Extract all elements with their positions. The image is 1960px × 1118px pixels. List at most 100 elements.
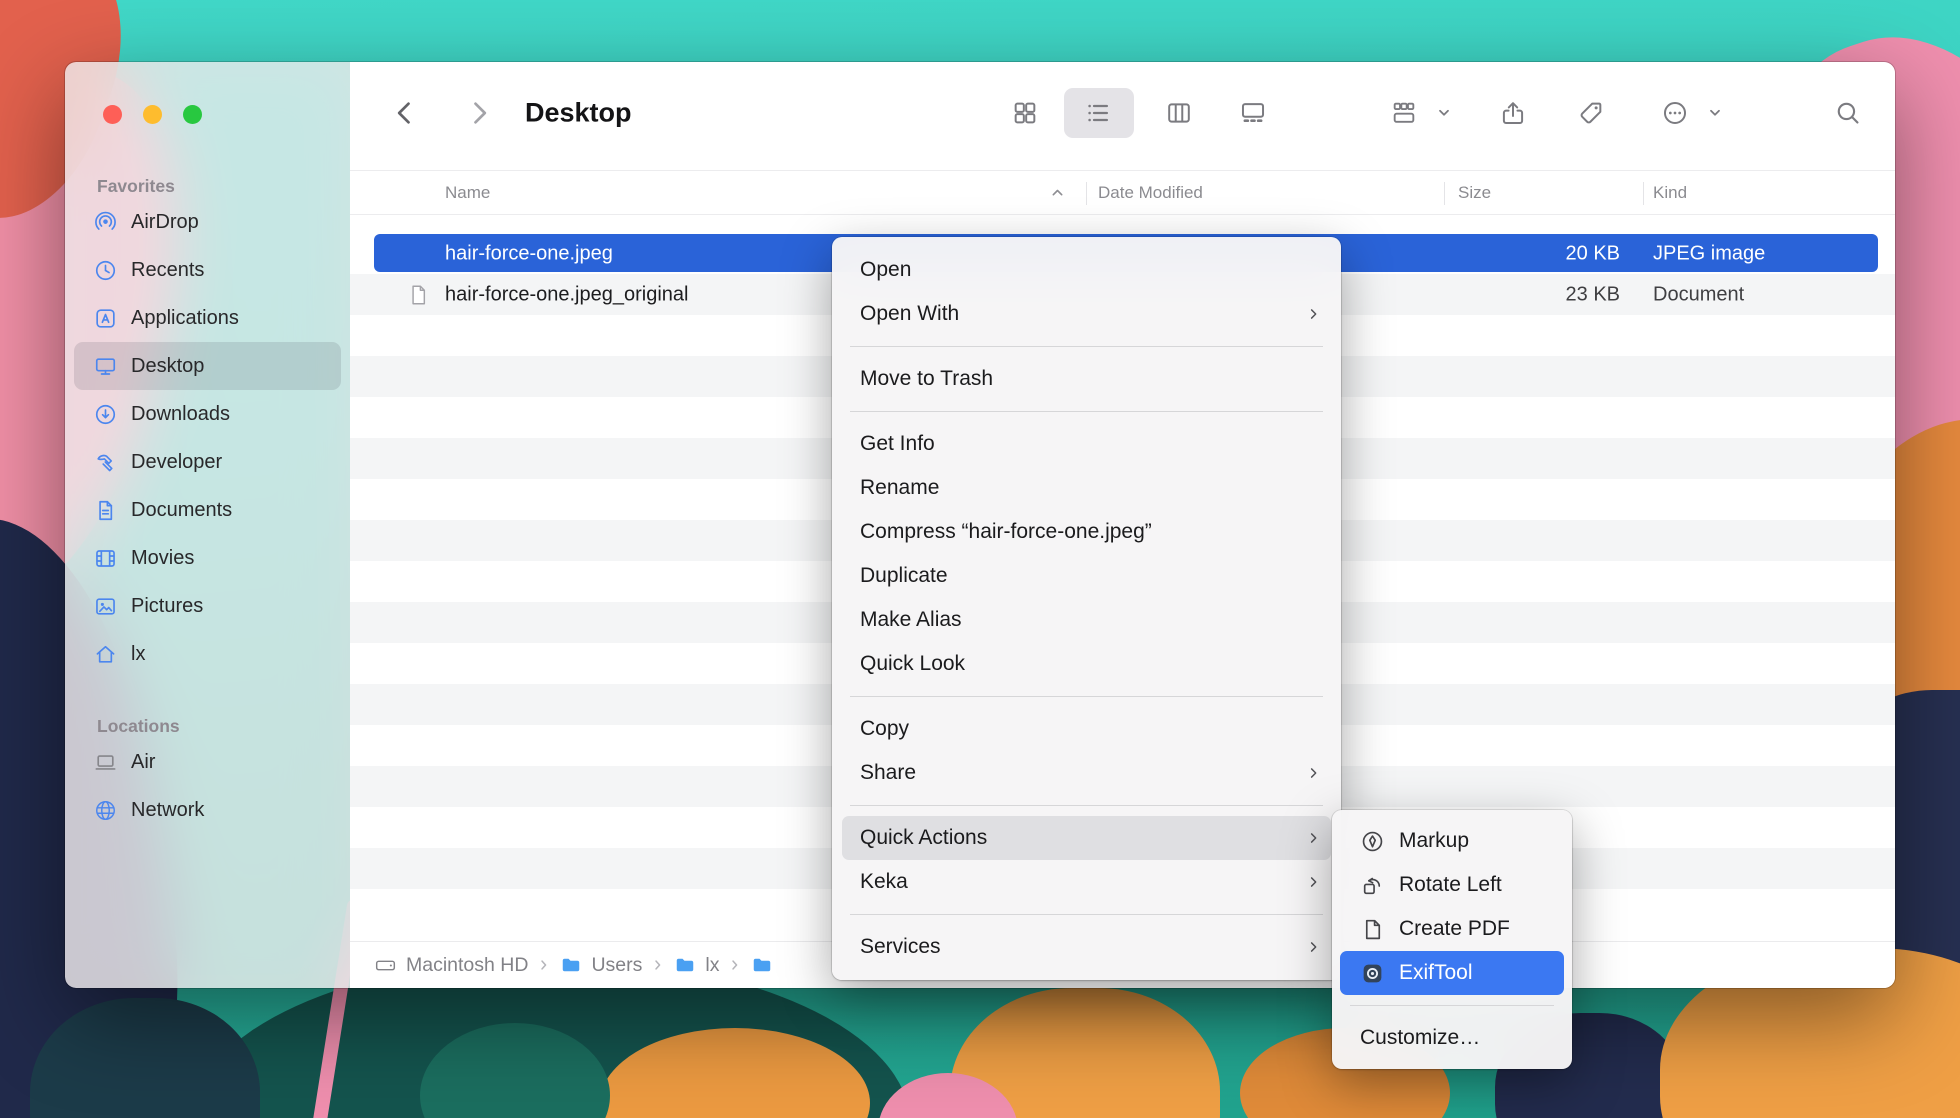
menu-item-keka[interactable]: Keka	[832, 860, 1341, 904]
menu-item-make-alias[interactable]: Make Alias	[832, 598, 1341, 642]
menu-item-open[interactable]: Open	[832, 248, 1341, 292]
globe-icon	[93, 798, 118, 823]
submenu-item-exiftool[interactable]: ExifTool	[1340, 951, 1564, 995]
column-header-row: Name Date Modified Size Kind	[350, 170, 1895, 215]
menu-separator	[850, 411, 1323, 412]
menu-separator	[850, 696, 1323, 697]
internal-drive-icon	[374, 954, 397, 977]
column-header-size[interactable]: Size	[1458, 183, 1491, 203]
tags-button[interactable]	[1577, 99, 1605, 127]
list-view-button[interactable]	[1084, 99, 1112, 127]
sidebar-item-pictures[interactable]: Pictures	[74, 582, 341, 630]
menu-item-open-with[interactable]: Open With	[832, 292, 1341, 336]
sidebar-list: Favorites AirDrop Recents Applications D…	[65, 174, 350, 834]
zoom-button[interactable]	[183, 105, 202, 124]
sidebar-item-desktop[interactable]: Desktop	[74, 342, 341, 390]
sidebar-item-movies[interactable]: Movies	[74, 534, 341, 582]
document-file-icon	[406, 282, 431, 307]
menu-item-rename[interactable]: Rename	[832, 466, 1341, 510]
forward-button[interactable]	[465, 99, 493, 127]
applications-icon	[93, 306, 118, 331]
quick-actions-submenu: Markup Rotate Left Create PDF ExifTool C…	[1332, 810, 1572, 1069]
sidebar-item-label: AirDrop	[131, 211, 199, 234]
path-segment-folder[interactable]	[751, 954, 773, 976]
path-segment-lx[interactable]: lx	[674, 954, 719, 977]
path-segment-macintosh-hd[interactable]: Macintosh HD	[374, 954, 528, 977]
back-button[interactable]	[391, 99, 419, 127]
file-kind: Document	[1653, 283, 1744, 306]
sidebar-item-recents[interactable]: Recents	[74, 246, 341, 294]
menu-separator	[850, 805, 1323, 806]
column-divider	[1444, 182, 1445, 205]
menu-item-copy[interactable]: Copy	[832, 707, 1341, 751]
close-button[interactable]	[103, 105, 122, 124]
sidebar-item-applications[interactable]: Applications	[74, 294, 341, 342]
sidebar-item-label: Air	[131, 751, 155, 774]
column-header-date-modified[interactable]: Date Modified	[1098, 183, 1203, 203]
home-icon	[93, 642, 118, 667]
sidebar-item-label: Developer	[131, 451, 222, 474]
group-chevron-down-icon	[1436, 105, 1452, 121]
file-name: hair-force-one.jpeg_original	[445, 283, 688, 306]
hammer-icon	[93, 450, 118, 475]
rotate-left-icon	[1360, 873, 1385, 898]
file-kind: JPEG image	[1653, 242, 1765, 265]
menu-separator	[1350, 1005, 1554, 1006]
column-view-button[interactable]	[1165, 99, 1193, 127]
search-button[interactable]	[1835, 100, 1862, 127]
menu-separator	[850, 346, 1323, 347]
submenu-item-rotate-left[interactable]: Rotate Left	[1332, 863, 1572, 907]
group-button[interactable]	[1390, 99, 1418, 127]
submenu-arrow-icon	[1306, 305, 1321, 323]
menu-item-compress[interactable]: Compress “hair-force-one.jpeg”	[832, 510, 1341, 554]
sidebar-item-lx[interactable]: lx	[74, 630, 341, 678]
markup-icon	[1360, 829, 1385, 854]
sidebar-item-label: Downloads	[131, 403, 230, 426]
desktop-icon	[93, 354, 118, 379]
sidebar-item-documents[interactable]: Documents	[74, 486, 341, 534]
create-pdf-icon	[1360, 917, 1385, 942]
window-title: Desktop	[525, 98, 632, 129]
window-controls	[103, 105, 202, 124]
sidebar-item-air[interactable]: Air	[74, 738, 341, 786]
column-divider	[1643, 182, 1644, 205]
film-icon	[93, 546, 118, 571]
menu-item-move-to-trash[interactable]: Move to Trash	[832, 357, 1341, 401]
folder-icon	[674, 954, 696, 976]
sidebar-item-downloads[interactable]: Downloads	[74, 390, 341, 438]
submenu-item-create-pdf[interactable]: Create PDF	[1332, 907, 1572, 951]
menu-item-services[interactable]: Services	[832, 925, 1341, 969]
sidebar-item-airdrop[interactable]: AirDrop	[74, 198, 341, 246]
submenu-item-customize[interactable]: Customize…	[1332, 1016, 1572, 1060]
sort-ascending-icon	[1050, 185, 1065, 200]
submenu-item-markup[interactable]: Markup	[1332, 819, 1572, 863]
folder-icon	[560, 954, 582, 976]
chevron-right-icon	[651, 958, 665, 972]
icon-view-button[interactable]	[1011, 99, 1039, 127]
column-header-kind[interactable]: Kind	[1653, 183, 1687, 203]
menu-item-share[interactable]: Share	[832, 751, 1341, 795]
gallery-view-button[interactable]	[1239, 99, 1267, 127]
menu-item-quick-actions[interactable]: Quick Actions	[842, 816, 1331, 860]
more-options-chevron-down-icon	[1707, 105, 1723, 121]
laptop-icon	[93, 750, 118, 775]
chevron-right-icon	[728, 958, 742, 972]
menu-item-quick-look[interactable]: Quick Look	[832, 642, 1341, 686]
context-menu: Open Open With Move to Trash Get Info Re…	[832, 237, 1341, 980]
exiftool-icon	[1360, 961, 1385, 986]
menu-item-duplicate[interactable]: Duplicate	[832, 554, 1341, 598]
minimize-button[interactable]	[143, 105, 162, 124]
sidebar-item-label: Network	[131, 799, 204, 822]
sidebar-item-developer[interactable]: Developer	[74, 438, 341, 486]
sidebar-item-label: Desktop	[131, 355, 204, 378]
path-segment-label: Macintosh HD	[406, 954, 528, 977]
sidebar-item-label: Pictures	[131, 595, 203, 618]
share-button[interactable]	[1499, 99, 1527, 127]
path-segment-users[interactable]: Users	[560, 954, 642, 977]
menu-item-get-info[interactable]: Get Info	[832, 422, 1341, 466]
more-options-button[interactable]	[1661, 99, 1689, 127]
column-header-name[interactable]: Name	[445, 183, 490, 203]
path-segment-label: Users	[591, 954, 642, 977]
sidebar-item-label: Recents	[131, 259, 204, 282]
sidebar-item-network[interactable]: Network	[74, 786, 341, 834]
